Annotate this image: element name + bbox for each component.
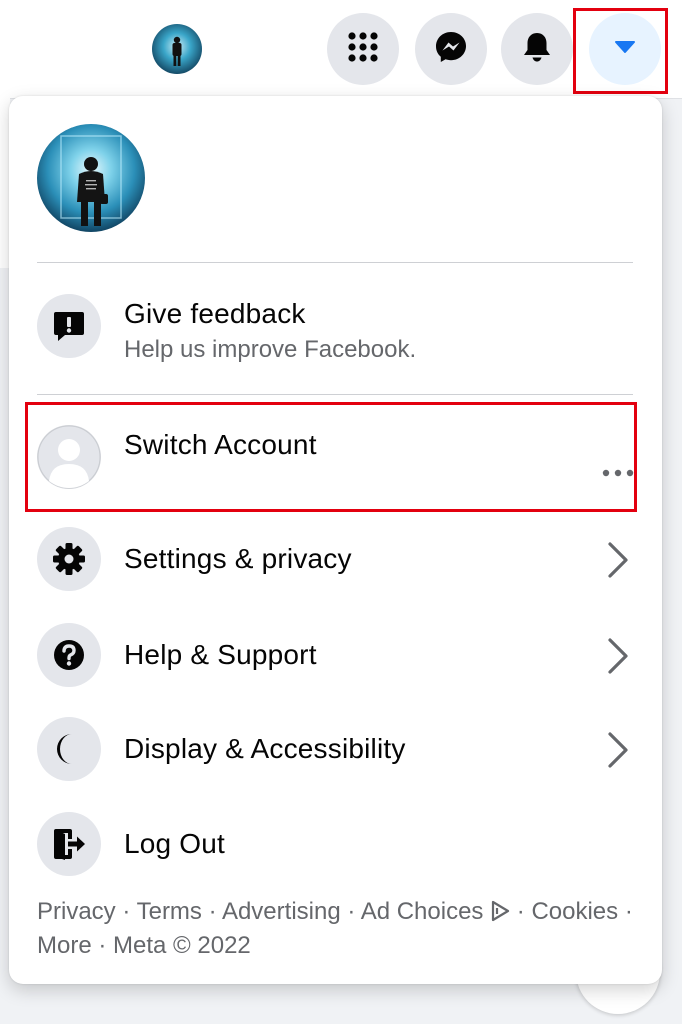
help-support-item[interactable]: Help & Support <box>25 615 647 695</box>
settings-privacy-item[interactable]: Settings & privacy <box>25 519 647 599</box>
divider <box>37 394 633 395</box>
footer-separator: · <box>201 898 222 925</box>
footer-separator: · <box>340 898 361 925</box>
footer-link-ad-choices[interactable]: Ad Choices <box>361 898 510 925</box>
footer-link-terms[interactable]: Terms <box>137 898 202 925</box>
switch-account-highlight <box>25 402 637 512</box>
ad-choices-label: Ad Choices <box>360 898 484 925</box>
help-icon <box>37 623 101 687</box>
footer-link-cookies[interactable]: Cookies <box>531 898 618 925</box>
settings-privacy-label: Settings & privacy <box>124 543 352 574</box>
divider <box>37 262 633 263</box>
top-profile-avatar[interactable] <box>152 24 202 74</box>
footer-link-privacy[interactable]: Privacy <box>37 898 116 925</box>
account-dropdown-menu: Give feedback Help us improve Facebook. … <box>9 96 662 984</box>
footer-link-advertising[interactable]: Advertising <box>222 898 341 925</box>
grid-menu-icon <box>346 30 380 69</box>
log-out-label: Log Out <box>124 828 226 859</box>
account-button-highlight <box>573 8 668 94</box>
messenger-button[interactable] <box>415 13 487 85</box>
bell-icon <box>521 30 553 69</box>
moon-icon <box>37 717 101 781</box>
footer-separator: · <box>91 932 114 959</box>
chevron-right-icon <box>601 541 635 579</box>
feedback-icon <box>37 294 101 358</box>
ad-choices-icon <box>490 899 510 930</box>
chevron-right-icon <box>601 637 635 675</box>
logout-icon <box>37 812 101 876</box>
display-accessibility-item[interactable]: Display & Accessibility <box>25 709 647 789</box>
footer-separator: · <box>618 898 633 925</box>
footer-separator: · <box>510 898 532 925</box>
give-feedback-item[interactable]: Give feedback Help us improve Facebook. <box>25 286 647 366</box>
give-feedback-description: Help us improve Facebook. <box>124 336 417 363</box>
help-support-label: Help & Support <box>124 639 317 670</box>
footer-link-more[interactable]: More <box>37 932 92 959</box>
messenger-icon <box>434 30 468 69</box>
notifications-button[interactable] <box>501 13 573 85</box>
footer-separator: · <box>115 898 137 925</box>
give-feedback-label: Give feedback <box>124 298 306 329</box>
gear-icon <box>37 527 101 591</box>
footer-copyright: Meta © 2022 <box>113 932 251 959</box>
footer-links: Privacy · Terms · Advertising · Ad Choic… <box>37 896 647 961</box>
chevron-right-icon <box>601 731 635 769</box>
profile-avatar[interactable] <box>37 124 145 232</box>
display-accessibility-label: Display & Accessibility <box>124 733 406 764</box>
top-navigation-bar <box>0 0 682 99</box>
log-out-item[interactable]: Log Out <box>25 804 647 884</box>
menu-button[interactable] <box>327 13 399 85</box>
